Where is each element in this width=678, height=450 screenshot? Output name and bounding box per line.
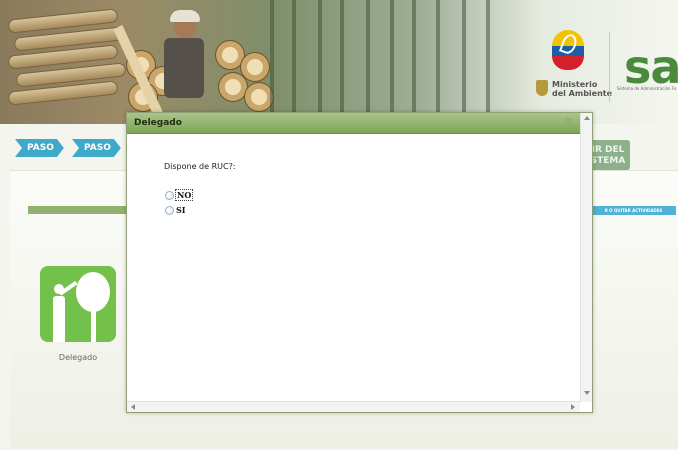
coat-of-arms-icon xyxy=(536,80,548,96)
ministry-logo-icon xyxy=(548,30,588,80)
step-2-tab[interactable]: PASO 2 xyxy=(72,139,121,157)
avatar-label: Delegado xyxy=(58,353,98,362)
dialog-header[interactable]: Delegado × xyxy=(127,113,592,134)
radio-no[interactable] xyxy=(165,190,174,200)
logo-divider xyxy=(609,32,610,102)
dialog-body: Dispone de RUC?: NO SI xyxy=(127,134,580,402)
delegado-avatar-icon[interactable] xyxy=(40,266,116,342)
vertical-scrollbar[interactable] xyxy=(580,113,592,402)
option-no[interactable]: NO xyxy=(165,189,194,201)
horizontal-scrollbar[interactable] xyxy=(127,401,580,412)
close-icon[interactable]: × xyxy=(564,116,572,126)
scroll-right-icon[interactable] xyxy=(571,404,575,410)
ministry-label: Ministerio del Ambiente xyxy=(552,80,613,98)
step-1-tab[interactable]: PASO 1 xyxy=(15,139,64,157)
banner-worker-image xyxy=(113,10,208,124)
header-banner: Ministerio del Ambiente saf Sistema de A… xyxy=(0,0,678,124)
option-si-label[interactable]: SI xyxy=(176,205,186,215)
scroll-up-icon[interactable] xyxy=(584,116,590,120)
scroll-down-icon[interactable] xyxy=(584,391,590,395)
delegado-dialog: Delegado × Dispone de RUC?: NO SI xyxy=(126,112,593,413)
option-si[interactable]: SI xyxy=(165,204,186,216)
scroll-left-icon[interactable] xyxy=(131,404,135,410)
add-remove-activities-button[interactable]: R O QUITAR ACTIVIDADES xyxy=(591,206,676,215)
radio-si[interactable] xyxy=(165,205,174,215)
ruc-question: Dispone de RUC?: xyxy=(164,162,236,171)
saf-subtitle: Sistema de Administración Fo xyxy=(617,86,677,91)
dialog-title: Delegado xyxy=(134,118,182,128)
option-no-label[interactable]: NO xyxy=(174,189,194,201)
section-bar xyxy=(28,206,130,214)
banner-forest-image xyxy=(230,0,530,124)
